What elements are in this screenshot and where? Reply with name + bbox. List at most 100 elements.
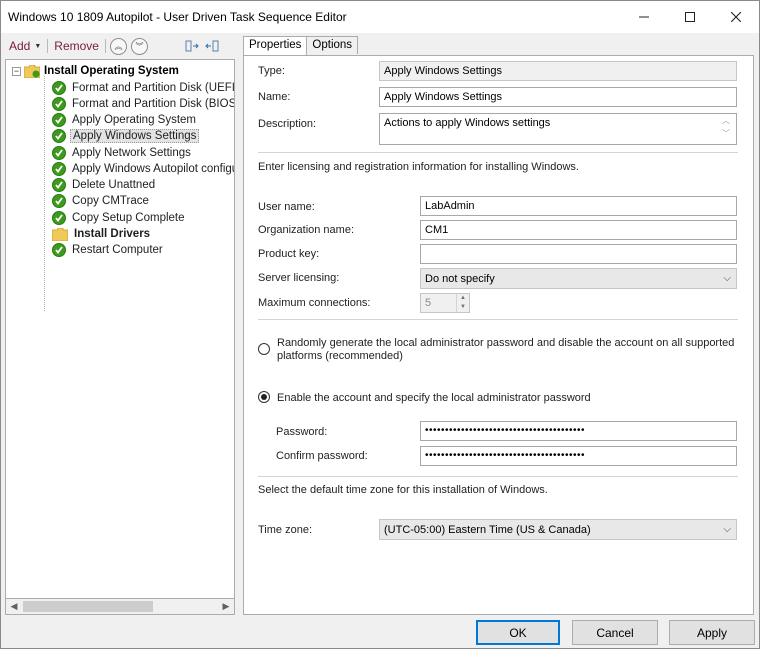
maximize-icon[interactable]	[667, 1, 713, 33]
timezone-select[interactable]: (UTC-05:00) Eastern Time (US & Canada) ⌵	[379, 519, 737, 540]
tab-properties[interactable]: Properties	[243, 36, 308, 56]
check-icon	[52, 211, 66, 225]
check-icon	[52, 113, 66, 127]
scroll-right-icon[interactable]: ▶	[218, 599, 234, 614]
chevron-down-icon: ⌵	[723, 273, 731, 284]
tree-item-apply-os[interactable]: Apply Operating System	[52, 112, 198, 128]
scroll-up-icon[interactable]: ︿	[722, 115, 730, 126]
tree-item-label: Apply Windows Settings	[70, 129, 200, 143]
check-icon	[52, 129, 66, 143]
remove-button[interactable]: Remove	[50, 37, 103, 55]
properties-panel: Type: Apply Windows Settings Name: Apply…	[243, 55, 754, 615]
tree-item-label: Install Drivers	[74, 228, 151, 240]
tree-item-label: Restart Computer	[72, 244, 163, 256]
max-connections-label: Maximum connections:	[258, 297, 371, 309]
toolbar-separator	[104, 39, 106, 53]
description-label: Description:	[258, 118, 317, 130]
tree-item-label: Format and Partition Disk (UEFI)	[72, 82, 235, 94]
chevron-down-icon: ⌵	[723, 524, 731, 535]
max-connections-value: 5	[425, 297, 432, 309]
radio-enable-account[interactable]	[258, 391, 270, 403]
server-licensing-value: Do not specify	[425, 273, 495, 285]
window-title: Windows 10 1809 Autopilot - User Driven …	[8, 10, 347, 24]
server-licensing-label: Server licensing:	[258, 272, 340, 284]
move-right-icon[interactable]	[184, 38, 200, 54]
timezone-label: Time zone:	[258, 524, 313, 536]
tree-item-label: Delete Unattned	[72, 179, 156, 191]
licensing-intro: Enter licensing and registration informa…	[258, 161, 579, 173]
folder-icon	[51, 227, 69, 241]
tree-item-label: Format and Partition Disk (BIOS)	[72, 98, 235, 110]
user-name-field[interactable]: LabAdmin	[420, 196, 737, 216]
password-label: Password:	[276, 426, 328, 438]
check-icon	[52, 97, 66, 111]
minimize-icon[interactable]	[621, 1, 667, 33]
check-icon	[52, 162, 66, 176]
divider	[258, 319, 738, 320]
add-button[interactable]: Add ▼	[5, 37, 45, 55]
tree-item-autopilot[interactable]: Apply Windows Autopilot configur	[52, 161, 235, 177]
max-connections-stepper[interactable]: 5 ▲ ▼	[420, 293, 470, 313]
check-icon	[52, 243, 66, 257]
description-field[interactable]: Actions to apply Windows settings ︿ ﹀	[379, 113, 737, 145]
radio-random-password-label: Randomly generate the local administrato…	[277, 337, 735, 362]
radio-random-password[interactable]	[258, 343, 270, 355]
tree-item-label: Copy CMTrace	[72, 195, 149, 207]
task-sequence-tree: − Install Operating System Format and Pa…	[5, 59, 235, 615]
org-name-label: Organization name:	[258, 224, 354, 236]
tree-item-copy-cmtrace[interactable]: Copy CMTrace	[52, 193, 151, 209]
tree-horizontal-scrollbar[interactable]: ◀ ▶	[5, 598, 235, 615]
tree-root[interactable]: − Install Operating System	[12, 64, 179, 78]
stepper-arrows-icon[interactable]: ▲ ▼	[456, 294, 469, 312]
confirm-password-field[interactable]: ••••••••••••••••••••••••••••••••••••••••	[420, 446, 737, 466]
tree-item-apply-network[interactable]: Apply Network Settings	[52, 145, 193, 161]
toolbar: Add ▼ Remove ︽ ︾	[5, 36, 237, 56]
tree-item-label: Apply Network Settings	[72, 147, 191, 159]
radio-enable-account-label: Enable the account and specify the local…	[277, 392, 591, 404]
check-icon	[52, 178, 66, 192]
tree-item-install-drivers[interactable]: Install Drivers	[51, 226, 152, 242]
ok-button[interactable]: OK	[476, 620, 560, 645]
tab-options[interactable]: Options	[306, 36, 359, 54]
scroll-down-icon[interactable]: ﹀	[722, 128, 730, 139]
folder-icon	[23, 64, 41, 78]
tree-item-restart-computer[interactable]: Restart Computer	[52, 242, 165, 258]
tree-item-delete-unattend[interactable]: Delete Unattned	[52, 177, 157, 193]
check-icon	[52, 146, 66, 160]
product-key-field[interactable]	[420, 244, 737, 264]
user-name-label: User name:	[258, 201, 315, 213]
password-field[interactable]: ••••••••••••••••••••••••••••••••••••••••	[420, 421, 737, 441]
tree-root-label: Install Operating System	[44, 65, 179, 77]
timezone-intro: Select the default time zone for this in…	[258, 484, 548, 496]
name-field[interactable]: Apply Windows Settings	[379, 87, 737, 107]
org-name-field[interactable]: CM1	[420, 220, 737, 240]
move-left-icon[interactable]	[204, 38, 220, 54]
tree-item-label: Apply Operating System	[72, 114, 197, 126]
scrollbar-thumb[interactable]	[23, 601, 153, 612]
tree-item-format-bios[interactable]: Format and Partition Disk (BIOS)	[52, 96, 235, 112]
divider	[258, 476, 738, 477]
move-down-icon[interactable]: ︾	[130, 37, 148, 55]
apply-button[interactable]: Apply	[669, 620, 755, 645]
tree-line	[44, 76, 45, 311]
scroll-left-icon[interactable]: ◀	[6, 599, 22, 614]
task-sequence-editor-window: Windows 10 1809 Autopilot - User Driven …	[0, 0, 760, 649]
tree-item-copy-setup-complete[interactable]: Copy Setup Complete	[52, 210, 187, 226]
background-strip	[0, 649, 764, 653]
tab-strip: Properties Options	[243, 36, 359, 56]
add-label: Add	[9, 39, 31, 53]
cancel-button[interactable]: Cancel	[572, 620, 658, 645]
remove-label: Remove	[54, 39, 99, 53]
chevron-down-icon: ▼	[34, 42, 42, 50]
server-licensing-select[interactable]: Do not specify ⌵	[420, 268, 737, 289]
close-icon[interactable]	[713, 1, 759, 33]
tree-item-apply-windows-settings[interactable]: Apply Windows Settings	[52, 128, 200, 144]
description-text: Actions to apply Windows settings	[384, 117, 551, 129]
toolbar-separator	[47, 39, 49, 53]
tree-item-label: Apply Windows Autopilot configur	[72, 163, 235, 175]
product-key-label: Product key:	[258, 248, 320, 260]
tree-item-format-uefi[interactable]: Format and Partition Disk (UEFI)	[52, 80, 235, 96]
collapse-icon[interactable]: −	[12, 66, 21, 76]
window-controls	[621, 1, 759, 33]
move-up-icon[interactable]: ︽	[109, 37, 127, 55]
